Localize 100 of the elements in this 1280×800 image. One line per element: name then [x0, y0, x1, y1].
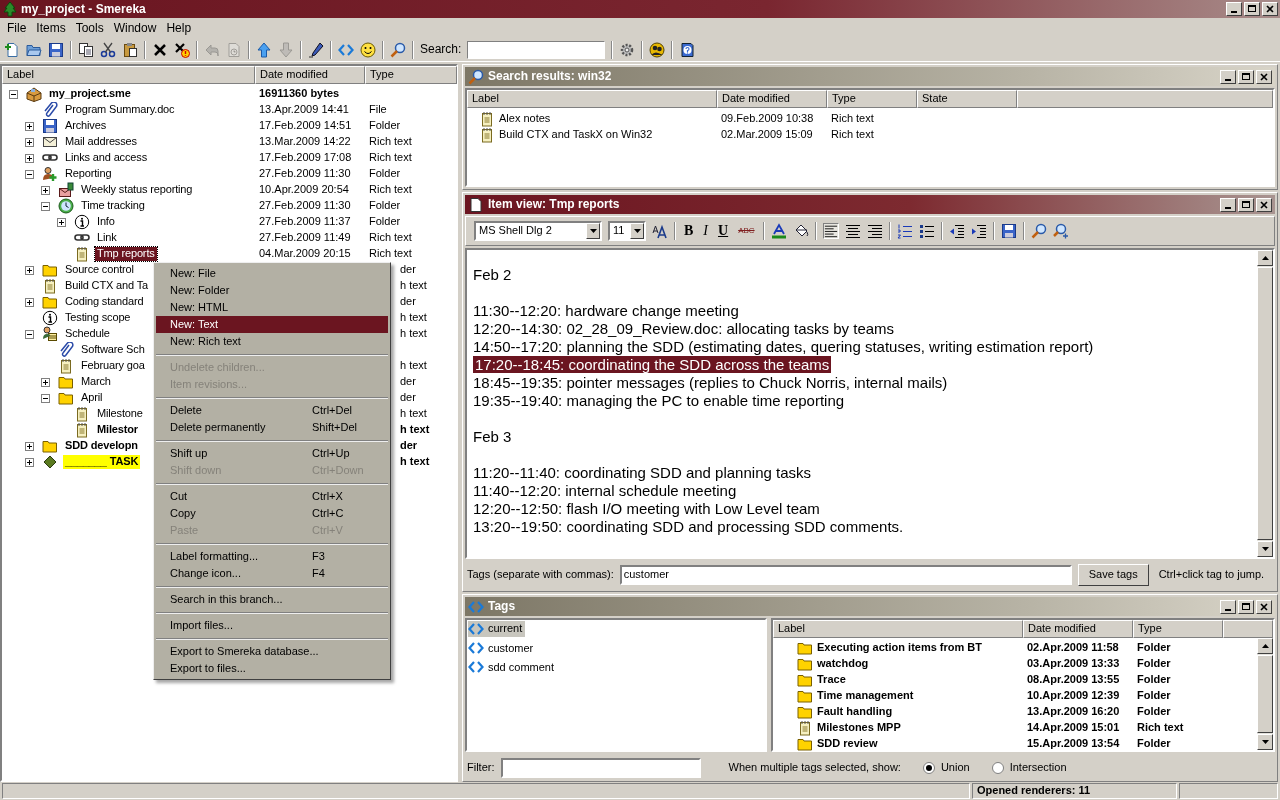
scissors-icon[interactable]: [100, 41, 116, 58]
item-label[interactable]: Fault handling: [817, 705, 893, 719]
expand-toggle[interactable]: [25, 137, 34, 147]
scroll-down-button[interactable]: [1257, 734, 1273, 750]
align-center-icon[interactable]: [844, 223, 861, 239]
tree-item-label[interactable]: Milestone: [95, 407, 145, 421]
minimize-button[interactable]: [1220, 69, 1236, 84]
expand-toggle[interactable]: [25, 457, 34, 467]
close-button[interactable]: [1262, 2, 1278, 16]
column-header[interactable]: Label: [773, 620, 1023, 638]
tree-item-label[interactable]: Build CTX and Ta: [63, 279, 150, 293]
scroll-thumb[interactable]: [1257, 655, 1273, 733]
column-header[interactable]: Label: [2, 66, 255, 84]
menu-item[interactable]: New: Text: [156, 316, 388, 333]
radio-label[interactable]: Union: [940, 761, 970, 775]
menu-item[interactable]: New: Folder: [156, 282, 388, 299]
tree-item-label[interactable]: Tmp reports: [95, 247, 157, 261]
indent-icon[interactable]: [970, 223, 987, 239]
menu-item[interactable]: Copy Ctrl+C: [156, 505, 388, 522]
font-color-icon[interactable]: [770, 223, 787, 239]
column-header[interactable]: Date modified: [1023, 620, 1133, 638]
search-icon[interactable]: [1030, 223, 1047, 239]
font-size-dropdown[interactable]: 11: [608, 221, 646, 241]
pen-icon[interactable]: [308, 41, 324, 58]
italic-button[interactable]: I: [701, 222, 710, 240]
tree-item-label[interactable]: Milestor: [95, 423, 140, 437]
expand-toggle[interactable]: [25, 121, 34, 131]
search-field[interactable]: [467, 40, 606, 59]
vertical-scrollbar[interactable]: [1257, 638, 1273, 750]
save-tags-button[interactable]: Save tags: [1077, 564, 1149, 586]
menu-item[interactable]: New: HTML: [156, 299, 388, 316]
item-label[interactable]: Time management: [817, 689, 914, 703]
minimize-button[interactable]: [1226, 2, 1242, 16]
new-page-icon[interactable]: [4, 41, 20, 58]
tree-item-label[interactable]: Links and access: [63, 151, 149, 165]
zoom-in-icon[interactable]: [1052, 223, 1069, 239]
menu-item[interactable]: Window: [108, 19, 162, 37]
tree-item-label[interactable]: Software Sch: [79, 343, 147, 357]
tree-item-label[interactable]: Link: [95, 231, 119, 245]
tag-item[interactable]: customer: [468, 640, 537, 657]
expand-toggle[interactable]: [25, 441, 34, 451]
bold-button[interactable]: B: [682, 222, 696, 240]
expand-toggle[interactable]: [25, 329, 34, 339]
item-label[interactable]: Trace: [817, 673, 846, 687]
column-header[interactable]: Date modified: [717, 90, 827, 108]
menu-item[interactable]: Tools: [70, 19, 109, 37]
item-label[interactable]: Executing action items from BT: [817, 641, 983, 655]
expand-toggle[interactable]: [9, 89, 18, 99]
expand-toggle[interactable]: [25, 297, 34, 307]
item-label[interactable]: SDD review: [817, 737, 878, 751]
tree-item-label[interactable]: SDD developn: [63, 439, 140, 453]
tree-item-label[interactable]: my_project.sme: [47, 87, 133, 101]
tag-item[interactable]: sdd comment: [468, 659, 558, 676]
menu-item[interactable]: Items: [31, 19, 71, 37]
maximize-button[interactable]: [1238, 599, 1254, 614]
outdent-icon[interactable]: [948, 223, 965, 239]
strike-button[interactable]: ABC: [736, 226, 757, 236]
menu-item[interactable]: Search in this branch...: [156, 591, 388, 608]
people-icon[interactable]: [649, 41, 666, 58]
tree-item-label[interactable]: February goa: [79, 359, 147, 373]
menu-item[interactable]: File: [2, 19, 32, 37]
menu-item[interactable]: Shift up Ctrl+Up: [156, 445, 388, 462]
expand-toggle[interactable]: [25, 169, 34, 179]
menu-item[interactable]: Label formatting... F3: [156, 548, 388, 565]
align-right-icon[interactable]: [866, 223, 883, 239]
tree-item-label[interactable]: Archives: [63, 119, 108, 133]
expand-toggle[interactable]: [25, 153, 34, 163]
menu-item[interactable]: Help: [161, 19, 197, 37]
tree-item-label[interactable]: Time tracking: [79, 199, 147, 213]
column-header[interactable]: State: [917, 90, 1017, 108]
maximize-button[interactable]: [1238, 197, 1254, 212]
tree-item-label[interactable]: Info: [95, 215, 117, 229]
up-arrow-icon[interactable]: [256, 41, 272, 58]
radio-button[interactable]: [922, 762, 935, 774]
align-left-icon[interactable]: [822, 223, 839, 239]
tree-item-label[interactable]: March: [79, 375, 113, 389]
expand-toggle[interactable]: [41, 201, 50, 211]
column-header[interactable]: Date modified: [255, 66, 365, 84]
item-label[interactable]: Build CTX and TaskX on Win32: [499, 128, 653, 142]
tree-item-label[interactable]: Mail addresses: [63, 135, 139, 149]
cross-icon[interactable]: [152, 41, 168, 58]
minimize-button[interactable]: [1220, 197, 1236, 212]
menu-item[interactable]: Change icon... F4: [156, 565, 388, 582]
numbered-list-icon[interactable]: [896, 223, 913, 239]
minimize-button[interactable]: [1220, 599, 1236, 614]
expand-toggle[interactable]: [41, 185, 50, 195]
scroll-up-button[interactable]: [1257, 250, 1273, 266]
maximize-button[interactable]: [1244, 2, 1260, 16]
menu-item[interactable]: New: Rich text: [156, 333, 388, 350]
close-button[interactable]: [1256, 197, 1272, 212]
scroll-down-button[interactable]: [1257, 541, 1273, 557]
bullet-list-icon[interactable]: [918, 223, 935, 239]
radio-button[interactable]: [991, 762, 1004, 774]
menu-item[interactable]: Export to files...: [156, 660, 388, 677]
menu-item[interactable]: Import files...: [156, 617, 388, 634]
copy-pages-icon[interactable]: [78, 41, 94, 58]
column-header[interactable]: Label: [467, 90, 717, 108]
tree-item-label[interactable]: Weekly status reporting: [79, 183, 195, 197]
menu-item[interactable]: Delete permanently Shift+Del: [156, 419, 388, 436]
expand-toggle[interactable]: [41, 377, 50, 387]
